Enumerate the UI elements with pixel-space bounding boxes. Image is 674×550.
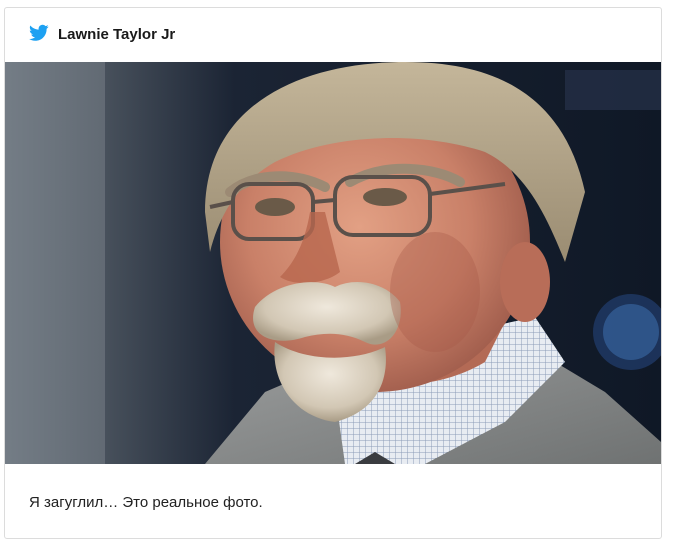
author-name[interactable]: Lawnie Taylor Jr xyxy=(58,25,175,45)
portrait-image xyxy=(5,62,661,464)
tweet-card: Lawnie Taylor Jr Я загуглил… Это реально… xyxy=(4,7,662,539)
tweet-text: Я загуглил… Это реальное фото. xyxy=(29,494,263,511)
tweet-photo[interactable] xyxy=(5,62,661,464)
tweet-header: Lawnie Taylor Jr xyxy=(5,8,661,62)
twitter-bird-icon[interactable] xyxy=(29,24,49,42)
